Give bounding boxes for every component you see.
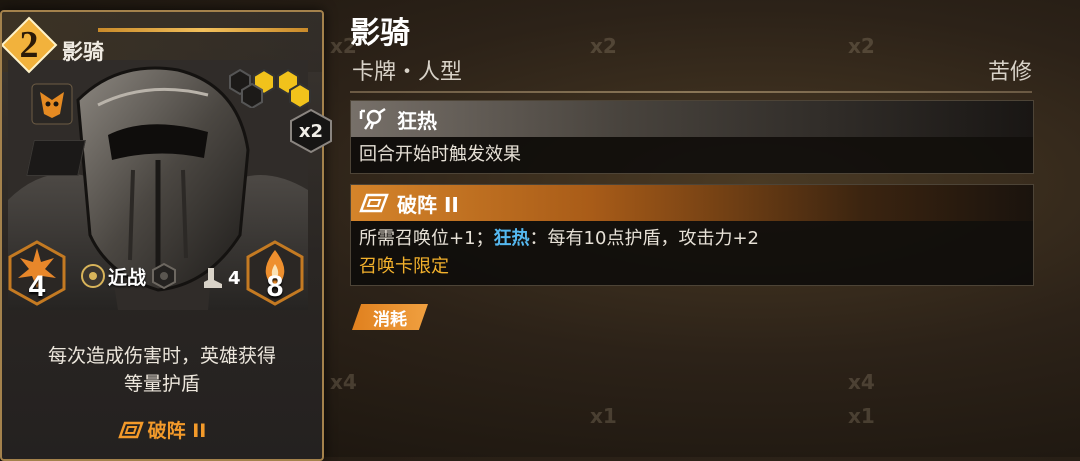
card-keyword: 破阵 II (2, 416, 322, 443)
move-stat: 4 (202, 266, 241, 290)
bg-count: x4 (848, 370, 875, 394)
melee-emblem-icon (81, 264, 105, 288)
bg-count: x4 (330, 370, 357, 394)
card-description-line: 等量护盾 (123, 373, 200, 395)
bg-count: x1 (590, 404, 617, 428)
unit-card[interactable]: 2 影骑 4 近战 4 8 每次造成伤害时，英雄获得 等量护盾 破阵 II (0, 10, 324, 461)
empty-equipment-slot (26, 140, 86, 176)
frenzy-keyword-link[interactable]: 狂热 (494, 228, 530, 249)
rank-hex-icons (229, 68, 311, 108)
detail-title: 影骑 (350, 16, 410, 51)
attack-value: 4 (28, 270, 46, 303)
move-value: 4 (228, 267, 241, 289)
stat-row: 4 近战 4 8 (2, 240, 322, 312)
ability-breaker-description: 所需召唤位+1；狂热：每有10点护盾，攻击力+2 召唤卡限定 (351, 221, 1033, 289)
copies-count: x2 (298, 120, 324, 142)
ability-frenzy-description: 回合开始时触发效果 (359, 144, 521, 165)
ability-breaker-line1: 所需召唤位+1；狂热：每有10点护盾，攻击力+2 (359, 225, 1025, 253)
desc-text: ：每有10点护盾，攻击力+2 (529, 228, 759, 249)
card-cost: 2 (19, 24, 39, 66)
attack-type-chip: 近战 (80, 262, 178, 290)
header-gold-bar (98, 28, 308, 32)
attack-stat: 4 (8, 240, 66, 306)
ability-frenzy-header: 狂热 (351, 101, 1033, 137)
attack-type-label: 近战 (108, 266, 147, 289)
consume-tag: 消耗 (352, 304, 428, 330)
frenzy-hand-icon (359, 107, 389, 131)
class-label: 苦修 (987, 60, 1032, 85)
copies-badge: x2 (288, 108, 334, 154)
cost-badge: 2 (2, 16, 58, 74)
faction-mask-icon (31, 83, 73, 125)
ability-breaker-header: 破阵 II (351, 185, 1033, 221)
card-keyword-label: 破阵 II (147, 420, 207, 442)
ability-breaker-name: 破阵 II (397, 192, 459, 217)
desc-text: 所需召唤位+1； (359, 228, 494, 249)
card-description-line: 每次造成伤害时，英雄获得 (47, 345, 276, 367)
bg-count: x1 (848, 404, 875, 428)
bg-count: x2 (590, 34, 617, 58)
card-name: 影骑 (62, 40, 104, 64)
bg-count: x2 (848, 34, 875, 58)
detail-subtitle: 卡牌・人型 (352, 60, 463, 85)
ability-frenzy-name: 狂热 (397, 108, 437, 133)
boot-icon (204, 268, 222, 288)
ability-breaker: 破阵 II 所需召唤位+1；狂热：每有10点护盾，攻击力+2 召唤卡限定 (350, 184, 1034, 286)
ability-frenzy: 狂热 回合开始时触发效果 (350, 100, 1034, 174)
card-description: 每次造成伤害时，英雄获得 等量护盾 (2, 342, 322, 398)
breaker-rhombus-icon (117, 421, 144, 438)
ability-breaker-line2: 召唤卡限定 (359, 256, 449, 277)
health-stat: 8 (246, 240, 304, 306)
breaker-rhombus-icon (359, 191, 389, 215)
health-value: 8 (266, 270, 284, 303)
empty-hex-slot-icon (152, 262, 177, 290)
header-divider (350, 91, 1032, 93)
